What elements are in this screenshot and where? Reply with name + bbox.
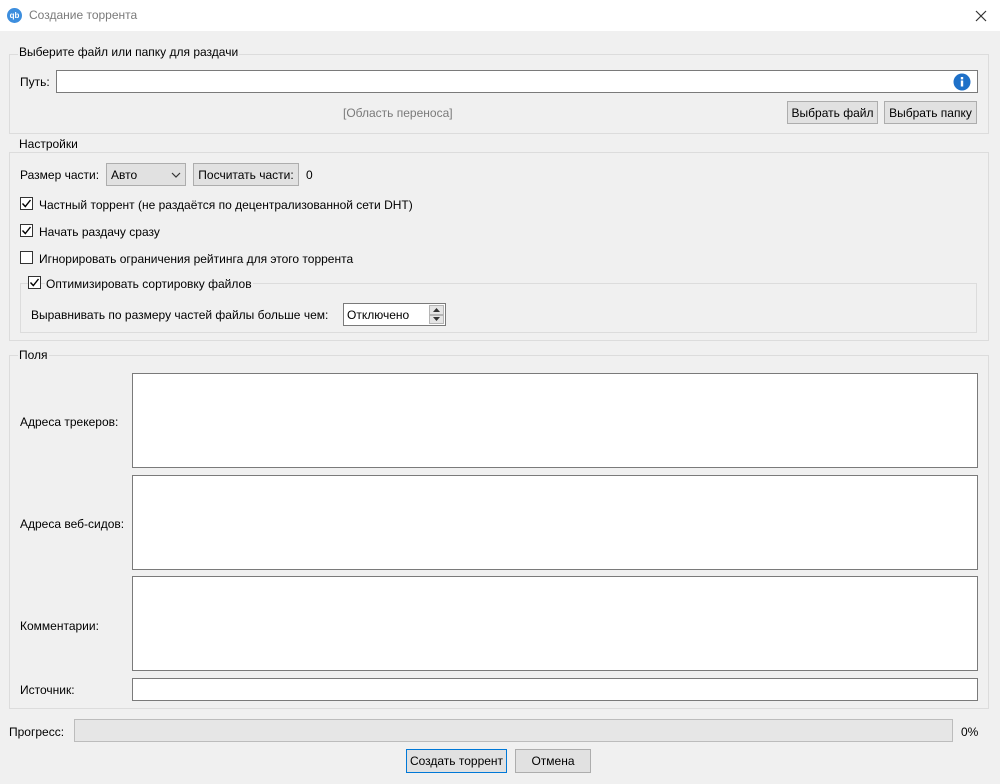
- start-seeding-label[interactable]: Начать раздачу сразу: [39, 225, 160, 239]
- close-button[interactable]: [962, 0, 1000, 31]
- trackers-textarea[interactable]: [132, 373, 978, 468]
- trackers-label: Адреса трекеров:: [20, 415, 119, 429]
- calc-pieces-button[interactable]: Посчитать части:: [193, 163, 299, 186]
- cancel-button[interactable]: Отмена: [515, 749, 591, 773]
- piece-size-value: Авто: [111, 167, 138, 182]
- window-title: Создание торрента: [29, 8, 138, 22]
- optimize-sort-checkbox[interactable]: [28, 276, 41, 289]
- start-seeding-checkbox[interactable]: [20, 224, 33, 237]
- settings-group-title: Настройки: [18, 137, 79, 151]
- spin-buttons: [429, 305, 444, 324]
- spin-down-button[interactable]: [429, 314, 444, 324]
- comments-textarea[interactable]: [132, 576, 978, 671]
- private-torrent-checkbox[interactable]: [20, 197, 33, 210]
- qbittorrent-app-icon: qb: [7, 8, 22, 23]
- create-torrent-button[interactable]: Создать торрент: [406, 749, 507, 773]
- path-label: Путь:: [20, 75, 50, 89]
- webseeds-textarea[interactable]: [132, 475, 978, 570]
- close-icon: [975, 10, 987, 21]
- private-torrent-label[interactable]: Частный торрент (не раздаётся по децентр…: [39, 198, 413, 212]
- arrow-down-icon: [433, 317, 440, 322]
- pieces-count: 0: [306, 168, 313, 182]
- comments-label: Комментарии:: [20, 619, 99, 633]
- spin-up-button[interactable]: [429, 305, 444, 315]
- webseeds-label: Адреса веб-сидов:: [20, 517, 125, 531]
- align-label: Выравнивать по размеру частей файлы боль…: [31, 308, 329, 322]
- checkmark-icon: [21, 199, 32, 208]
- piece-size-select[interactable]: Авто: [106, 163, 186, 186]
- drop-area[interactable]: [Область переноса]: [343, 106, 453, 120]
- source-label: Источник:: [20, 683, 75, 697]
- arrow-up-icon: [433, 307, 440, 312]
- fields-group-title: Поля: [18, 348, 49, 362]
- chevron-down-icon: [171, 172, 181, 178]
- align-value: Отключено: [347, 307, 410, 322]
- align-spinbox[interactable]: Отключено: [343, 303, 446, 326]
- progress-value: 0%: [961, 725, 979, 739]
- piece-size-label: Размер части:: [20, 168, 100, 182]
- checkmark-icon: [21, 226, 32, 235]
- select-folder-button[interactable]: Выбрать папку: [884, 101, 977, 124]
- path-input[interactable]: [56, 70, 978, 93]
- optimize-sort-label[interactable]: Оптимизировать сортировку файлов: [45, 277, 253, 291]
- progress-label: Прогресс:: [9, 725, 65, 739]
- ignore-ratio-checkbox[interactable]: [20, 251, 33, 264]
- checkmark-icon: [29, 278, 40, 287]
- select-file-button[interactable]: Выбрать файл: [787, 101, 878, 124]
- ignore-ratio-label[interactable]: Игнорировать ограничения рейтинга для эт…: [39, 252, 353, 266]
- source-group-title: Выберите файл или папку для раздачи: [18, 45, 240, 59]
- source-input[interactable]: [132, 678, 978, 701]
- info-icon[interactable]: [953, 73, 971, 91]
- title-bar: qb Создание торрента: [0, 0, 1000, 31]
- progress-bar: [74, 719, 953, 742]
